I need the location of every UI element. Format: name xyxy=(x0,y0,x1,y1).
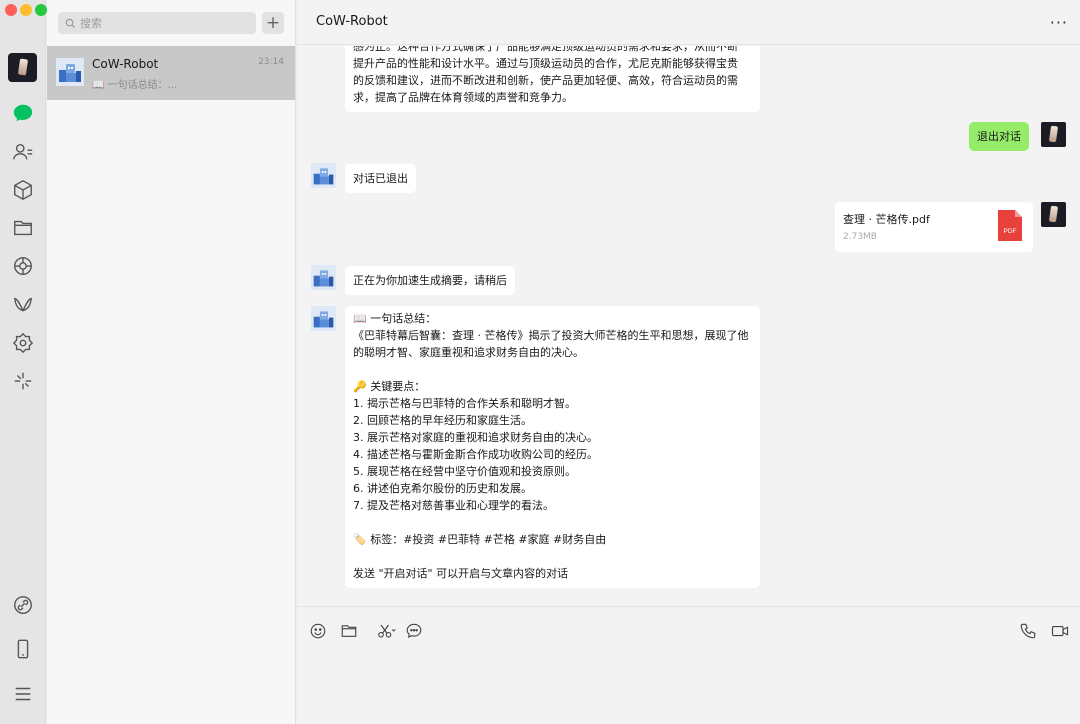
message-bubble: 感为止。这种合作方式确保了产品能够满足顶级运动员的需求和要求，从而不断 提升产品… xyxy=(345,46,760,112)
conversation-preview: 📖 一句话总结：... xyxy=(92,80,178,91)
message-area: 感为止。这种合作方式确保了产品能够满足顶级运动员的需求和要求，从而不断 提升产品… xyxy=(297,46,1080,606)
user-avatar[interactable] xyxy=(8,53,37,82)
file-message-card[interactable]: 查理 · 芒格传.pdf 2.73MB PDF xyxy=(835,202,1033,252)
search-icon xyxy=(65,18,76,28)
robot-avatar[interactable] xyxy=(311,265,336,290)
contacts-icon[interactable] xyxy=(10,139,35,164)
message-bubble: 对话已退出 xyxy=(345,164,416,193)
search-spark-icon[interactable] xyxy=(10,368,35,393)
robot-avatar[interactable] xyxy=(311,306,336,331)
search-placeholder: 搜索 xyxy=(80,17,102,30)
voice-call-icon[interactable] xyxy=(1017,620,1039,642)
conversation-time: 23:14 xyxy=(258,57,284,67)
pdf-file-icon: PDF xyxy=(998,210,1022,241)
channels-icon[interactable] xyxy=(10,292,35,317)
pdf-badge-text: PDF xyxy=(1004,228,1017,235)
chat-header: CoW-Robot ··· xyxy=(297,0,1080,45)
input-area[interactable] xyxy=(297,606,1080,724)
more-options-icon[interactable]: ··· xyxy=(1050,13,1068,32)
file-name: 查理 · 芒格传.pdf xyxy=(843,213,930,226)
folder-icon[interactable] xyxy=(338,620,360,642)
message-bubble-self: 退出对话 xyxy=(969,122,1029,151)
self-avatar[interactable] xyxy=(1041,122,1066,147)
chat-history-icon[interactable] xyxy=(403,620,425,642)
self-avatar[interactable] xyxy=(1041,202,1066,227)
robot-avatar[interactable] xyxy=(311,163,336,188)
robot-avatar xyxy=(56,58,84,86)
search-input[interactable]: 搜索 xyxy=(58,12,256,34)
chat-panel: CoW-Robot ··· 感为止。这种合作方式确保了产品能够满足顶级运动员的需… xyxy=(297,0,1080,724)
folder-icon[interactable] xyxy=(10,215,35,240)
summary-message-bubble: 📖 一句话总结： 《巴菲特幕后智囊：查理 · 芒格传》揭示了投资大师芒格的生平和… xyxy=(345,306,760,588)
add-button[interactable]: + xyxy=(262,12,284,34)
file-size: 2.73MB xyxy=(843,232,877,242)
menu-icon[interactable] xyxy=(10,681,35,706)
conversation-list: 搜索 + CoW-Robot 23:14 📖 一句话总结：... xyxy=(47,0,296,724)
moments-icon[interactable] xyxy=(10,253,35,278)
chat-title: CoW-Robot xyxy=(316,14,388,29)
screenshot-icon[interactable] xyxy=(373,620,401,642)
phone-icon[interactable] xyxy=(10,636,35,661)
message-bubble: 正在为你加速生成摘要，请稍后 xyxy=(345,266,515,295)
emoji-icon[interactable] xyxy=(307,620,329,642)
zoom-window-button[interactable] xyxy=(35,4,47,16)
mini-programs-icon[interactable] xyxy=(10,330,35,355)
video-call-icon[interactable] xyxy=(1049,620,1071,642)
minimize-window-button[interactable] xyxy=(20,4,32,16)
conversation-item-cow-robot[interactable]: CoW-Robot 23:14 📖 一句话总结：... xyxy=(47,46,295,100)
close-window-button[interactable] xyxy=(5,4,17,16)
chat-icon[interactable] xyxy=(10,100,35,125)
nav-rail xyxy=(0,0,47,724)
conversation-name: CoW-Robot xyxy=(92,57,159,71)
wechat-window: 搜索 + CoW-Robot 23:14 📖 一句话总结：... CoW-Rob… xyxy=(0,0,1080,724)
link-icon[interactable] xyxy=(10,592,35,617)
box-icon[interactable] xyxy=(10,177,35,202)
